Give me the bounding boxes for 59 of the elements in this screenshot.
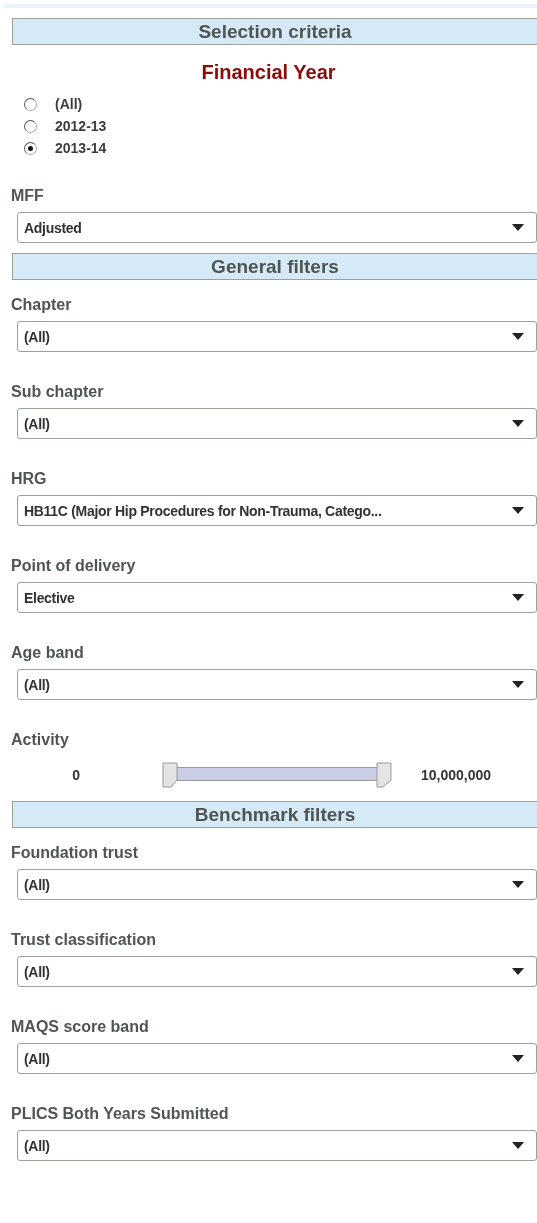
dropdown[interactable]: (All) [17,408,537,439]
dropdown-value: (All) [24,876,50,893]
dropdown-value: HB11C (Major Hip Procedures for Non-Trauma, Catego... [24,502,382,519]
radio-option[interactable]: 2013-14 [24,140,537,156]
dropdown-value: (All) [24,328,50,345]
caret-icon [512,1055,524,1062]
range-max-value: 10,000,000 [421,767,492,783]
slider-handle[interactable] [376,762,392,788]
filter-label: Sub chapter [11,383,105,401]
caret-icon [512,333,524,340]
radio-label: (All) [55,96,83,112]
radio-button-icon[interactable] [24,141,37,155]
section-header: General filters [12,253,537,280]
filter-label: Trust classification [11,931,157,949]
dropdown[interactable]: HB11C (Major Hip Procedures for Non-Trauma, Catego... [17,495,537,526]
group-title: Financial Year [200,61,337,84]
filter-label: Foundation trust [11,844,140,862]
dropdown-value: (All) [24,415,50,432]
caret-icon [512,507,524,514]
range-slider-track[interactable] [162,762,392,788]
caret-icon [512,420,524,427]
dropdown[interactable]: Elective [17,582,537,613]
radio-button-icon[interactable] [24,119,37,133]
filter-label: Chapter [11,296,73,314]
radio-label: 2013-14 [55,140,107,156]
caret-icon [512,594,524,601]
radio-button-icon[interactable] [24,97,37,111]
dropdown[interactable]: (All) [17,321,537,352]
radio-option[interactable]: (All) [24,96,537,112]
filter-label: Age band [11,644,85,662]
dropdown[interactable]: (All) [17,669,537,700]
dropdown[interactable]: Adjusted [17,212,537,243]
filter-label: MAQS score band [11,1018,150,1036]
dropdown[interactable]: (All) [17,956,537,987]
range-min-value: 0 [71,767,80,783]
caret-icon [512,681,524,688]
dropdown-value: (All) [24,676,50,693]
section-header: Selection criteria [12,18,537,45]
section-header: Benchmark filters [12,801,537,828]
dropdown[interactable]: (All) [17,869,537,900]
filter-label: HRG [11,470,48,488]
dropdown[interactable]: (All) [17,1130,537,1161]
radio-label: 2012-13 [55,118,107,134]
dropdown-value: Elective [24,589,75,606]
filter-label: PLICS Both Years Submitted [11,1105,230,1123]
dropdown[interactable]: (All) [17,1043,537,1074]
caret-icon [512,224,524,231]
caret-icon [512,1142,524,1149]
filter-label: Activity [11,731,70,749]
caret-icon [512,881,524,888]
dropdown-value: (All) [24,1137,50,1154]
dropdown-value: (All) [24,963,50,980]
filter-label: Point of delivery [11,557,137,575]
slider-handle[interactable] [162,762,178,788]
dropdown-value: Adjusted [24,219,82,236]
filter-label: MFF [11,187,45,205]
dropdown-value: (All) [24,1050,50,1067]
caret-icon [512,968,524,975]
radio-option[interactable]: 2012-13 [24,118,537,134]
